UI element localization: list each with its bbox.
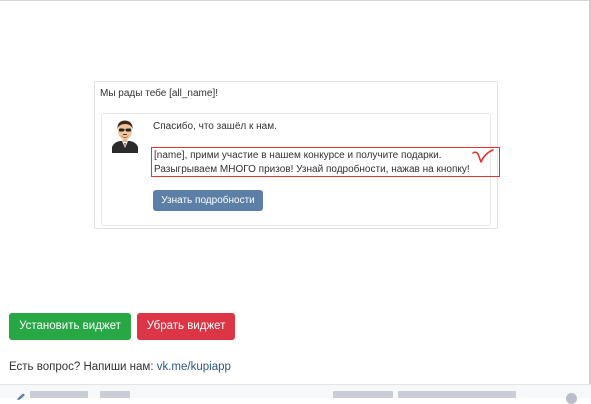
contact-line: Есть вопрос? Напиши нам: vk.me/kupiapp (9, 361, 231, 373)
widget-message-box: Спасибо, что зашёл к нам. [name], прими … (101, 113, 500, 226)
widget-greeting: Мы рады тебе [all_name]! (100, 88, 219, 99)
footer-link-right[interactable] (398, 391, 516, 398)
offer-highlight-box: [name], прими участие в нашем конкурсе и… (151, 147, 500, 177)
details-button[interactable]: Узнать подробности (153, 190, 263, 211)
widget-preview-card: Мы рады тебе [all_name]! Спасибо, что за… (94, 81, 500, 229)
pencil-icon[interactable] (16, 393, 26, 401)
footer-link-middle[interactable] (333, 391, 393, 398)
avatar (112, 120, 138, 153)
frame-edge-top (0, 0, 591, 1)
footer-link-secondary[interactable] (100, 391, 130, 398)
offer-text-line-1: [name], прими участие в нашем конкурсе и… (154, 150, 442, 161)
contact-prompt: Есть вопрос? Напиши нам: (9, 361, 154, 373)
widget-thanks-text: Спасибо, что зашёл к нам. (153, 121, 277, 132)
help-icon[interactable] (566, 393, 577, 404)
contact-link[interactable]: vk.me/kupiapp (157, 361, 231, 373)
offer-text-line-2: Разыгрываем МНОГО призов! Узнай подробно… (154, 164, 470, 175)
remove-widget-button[interactable]: Убрать виджет (137, 313, 235, 340)
footer-link-left[interactable] (30, 391, 88, 398)
red-check-mark-icon (472, 149, 494, 163)
install-widget-button[interactable]: Установить виджет (9, 313, 131, 340)
